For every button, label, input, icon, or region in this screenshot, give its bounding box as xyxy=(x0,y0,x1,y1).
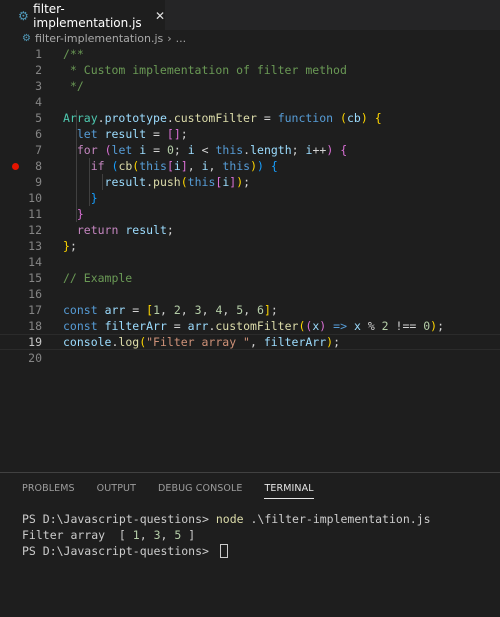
line-number: 20 xyxy=(28,351,42,365)
code-text: const arr = [1, 2, 3, 4, 5, 6]; xyxy=(63,303,278,317)
tab-filter-implementation[interactable]: ⚙ filter-implementation.js ✕ xyxy=(0,0,165,30)
code-text: let result = []; xyxy=(76,127,188,141)
tab-terminal[interactable]: TERMINAL xyxy=(264,483,314,499)
code-text: return result; xyxy=(76,223,174,237)
tab-output[interactable]: OUTPUT xyxy=(97,483,136,499)
breadcrumb-file[interactable]: filter-implementation.js xyxy=(35,32,163,45)
code-line: 18 const filterArr = arr.customFilter((x… xyxy=(0,318,500,334)
line-number: 13 xyxy=(28,239,42,253)
terminal-output-end: ] xyxy=(181,528,196,542)
terminal-argument: .\filter-implementation.js xyxy=(243,512,431,526)
terminal-cursor xyxy=(219,544,228,558)
code-text: result.push(this[i]); xyxy=(104,175,251,189)
line-number: 14 xyxy=(28,255,42,269)
terminal-output-value: 1 xyxy=(132,528,140,542)
line-number: 7 xyxy=(35,143,42,157)
code-line: 2 * Custom implementation of filter meth… xyxy=(0,62,500,78)
code-line: 20 xyxy=(0,350,500,366)
panel-tabs: PROBLEMS OUTPUT DEBUG CONSOLE TERMINAL xyxy=(22,483,336,499)
line-number: 15 xyxy=(28,271,42,285)
code-text: console.log("Filter array ", filterArr); xyxy=(63,335,341,349)
code-line: 6 let result = []; xyxy=(0,126,500,142)
current-code-line: 19 console.log("Filter array ", filterAr… xyxy=(0,334,500,350)
code-line: 17 const arr = [1, 2, 3, 4, 5, 6]; xyxy=(0,302,500,318)
terminal-prompt: PS D:\Javascript-questions> xyxy=(22,544,216,558)
line-number: 9 xyxy=(35,175,42,189)
code-line: 16 xyxy=(0,286,500,302)
code-line: 14 xyxy=(0,254,500,270)
line-number: 1 xyxy=(35,47,42,61)
breadcrumb-ellipsis[interactable]: ... xyxy=(176,32,187,45)
terminal-command: node xyxy=(215,512,244,526)
breadcrumb-separator: › xyxy=(167,32,172,45)
terminal-prompt: PS D:\Javascript-questions> xyxy=(22,512,216,526)
code-text: Array.prototype.customFilter = function … xyxy=(63,111,382,125)
code-text: } xyxy=(90,191,98,205)
terminal-output-separator: , xyxy=(139,528,154,542)
code-line: 11 } xyxy=(0,206,500,222)
line-number: 3 xyxy=(35,79,42,93)
line-number: 4 xyxy=(35,95,42,109)
breakpoint-icon[interactable] xyxy=(12,162,19,170)
tab-debug-console[interactable]: DEBUG CONSOLE xyxy=(158,483,243,499)
gear-icon: ⚙ xyxy=(22,33,31,44)
line-number: 10 xyxy=(28,191,42,205)
editor-tab-bar: ⚙ filter-implementation.js ✕ xyxy=(0,0,500,30)
code-text: for (let i = 0; i < this.length; i++) { xyxy=(76,143,348,157)
code-line: 3 */ xyxy=(0,78,500,94)
code-line: 8 if (cb(this[i], i, this)) { xyxy=(0,158,500,174)
code-text: * Custom implementation of filter method xyxy=(63,63,347,77)
line-number: 12 xyxy=(28,223,42,237)
terminal[interactable]: PS D:\Javascript-questions> node .\filte… xyxy=(22,511,431,559)
code-line: 9 result.push(this[i]); xyxy=(0,174,500,190)
line-number: 5 xyxy=(35,111,42,125)
line-number: 18 xyxy=(28,319,42,333)
code-line: 5 Array.prototype.customFilter = functio… xyxy=(0,110,500,126)
close-icon[interactable]: ✕ xyxy=(155,9,165,23)
code-editor[interactable]: 1 /** 2 * Custom implementation of filte… xyxy=(0,46,500,368)
line-number: 17 xyxy=(28,303,42,317)
code-line: 12 return result; xyxy=(0,222,500,238)
breadcrumb: ⚙ filter-implementation.js › ... xyxy=(0,30,500,47)
line-number: 16 xyxy=(28,287,42,301)
line-number: 8 xyxy=(35,159,42,173)
line-number: 11 xyxy=(28,207,42,221)
terminal-output-label: Filter array [ xyxy=(22,528,133,542)
terminal-output-separator: , xyxy=(160,528,175,542)
line-number: 6 xyxy=(35,127,42,141)
code-line: 15 // Example xyxy=(0,270,500,286)
code-line: 10 } xyxy=(0,190,500,206)
code-text: */ xyxy=(63,79,84,93)
code-text: const filterArr = arr.customFilter((x) =… xyxy=(63,319,445,333)
code-line: 13 }; xyxy=(0,238,500,254)
line-number: 2 xyxy=(35,63,42,77)
code-line: 7 for (let i = 0; i < this.length; i++) … xyxy=(0,142,500,158)
bottom-panel: PROBLEMS OUTPUT DEBUG CONSOLE TERMINAL P… xyxy=(0,472,500,617)
gear-icon: ⚙ xyxy=(18,8,29,23)
terminal-output-value: 3 xyxy=(153,528,161,542)
tab-title: filter-implementation.js xyxy=(33,1,142,30)
tab-problems[interactable]: PROBLEMS xyxy=(22,483,75,499)
code-text: if (cb(this[i], i, this)) { xyxy=(90,159,278,173)
code-text: } xyxy=(76,207,84,221)
code-line: 4 xyxy=(0,94,500,110)
code-text: }; xyxy=(63,239,77,253)
code-line: 1 /** xyxy=(0,46,500,62)
line-number: 19 xyxy=(28,335,42,349)
code-text: /** xyxy=(63,47,84,61)
code-text: // Example xyxy=(63,271,133,285)
